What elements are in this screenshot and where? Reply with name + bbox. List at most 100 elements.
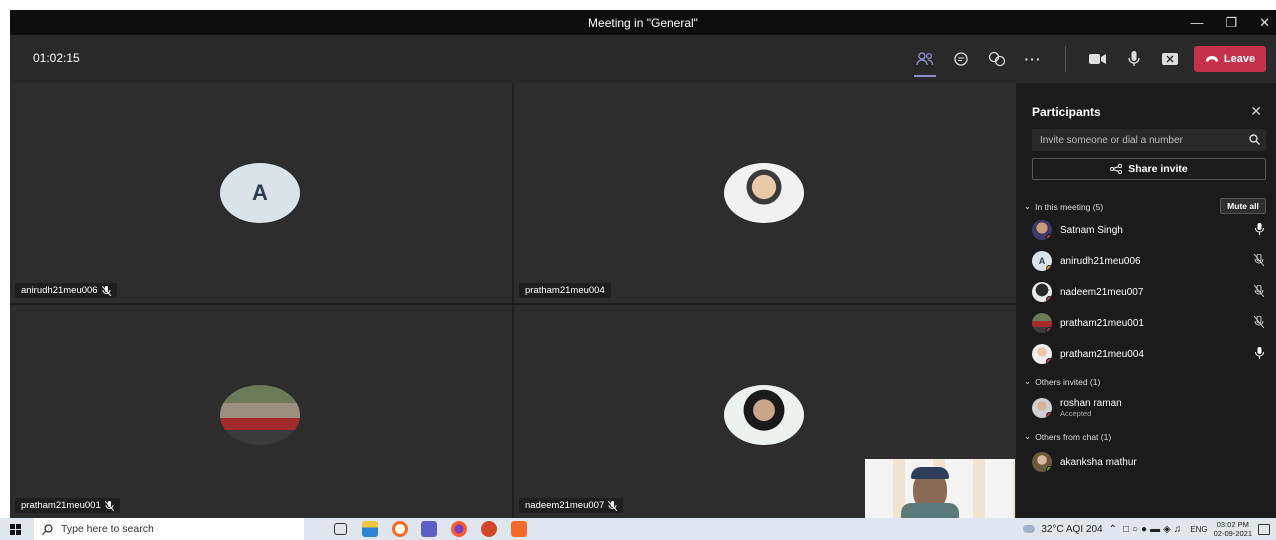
window-controls: — ❐ ✕: [1190, 10, 1270, 35]
window-title: Meeting in "General": [588, 15, 698, 30]
share-screen-icon: [1162, 53, 1178, 65]
office-icon[interactable]: [392, 521, 408, 537]
minimize-icon[interactable]: —: [1190, 15, 1203, 30]
participants-panel: Participants ✕ Invite someone or dial a …: [1016, 83, 1276, 518]
share-invite-label: Share invite: [1128, 163, 1188, 175]
title-bar: Meeting in "General" — ❐ ✕: [10, 10, 1276, 35]
chevron-down-icon: ⌄: [1024, 376, 1032, 386]
app-icon[interactable]: [511, 521, 527, 537]
participant-row[interactable]: pratham21meu004: [1032, 343, 1268, 365]
chevron-down-icon: ⌄: [1024, 201, 1032, 211]
tile-name-label: pratham21meu004: [519, 283, 611, 298]
mic-off-icon: [1254, 316, 1264, 328]
people-icon: [916, 52, 934, 66]
participant-avatar: [1032, 452, 1052, 472]
notifications-icon[interactable]: [1258, 523, 1270, 535]
firefox-icon[interactable]: [451, 521, 467, 537]
self-view-cap: [911, 467, 949, 479]
video-tile[interactable]: A anirudh21meu006: [10, 83, 512, 303]
windows-taskbar: Type here to search 32°C AQI 204 ⌃ □○●▬◈…: [0, 518, 1276, 540]
participant-photo-avatar: [724, 163, 804, 223]
participant-row[interactable]: A anirudh21meu006: [1032, 250, 1268, 272]
status-dot: [1046, 234, 1052, 240]
participant-avatar: [1032, 282, 1052, 302]
tile-name-label: anirudh21meu006: [15, 283, 117, 298]
panel-title: Participants: [1032, 105, 1101, 119]
windows-start-icon[interactable]: [10, 524, 21, 535]
share-invite-button[interactable]: Share invite: [1032, 158, 1266, 180]
section-others-from-chat[interactable]: ⌄ Others from chat (1): [1024, 431, 1111, 442]
taskbar-search[interactable]: Type here to search: [34, 518, 304, 540]
participant-row[interactable]: nadeem21meu007: [1032, 281, 1268, 303]
participant-name: nadeem21meu007: [1060, 286, 1144, 298]
close-icon[interactable]: ✕: [1259, 15, 1270, 31]
tray-icons[interactable]: □○●▬◈♫: [1123, 524, 1184, 535]
invite-input[interactable]: Invite someone or dial a number: [1032, 129, 1266, 151]
video-grid: A anirudh21meu006 pratham21meu004 pratha…: [10, 83, 1016, 518]
participant-name-block: roshan raman Accepted: [1060, 398, 1122, 418]
participant-photo-avatar: [724, 385, 804, 445]
language-indicator[interactable]: ENG: [1190, 525, 1207, 534]
microphone-icon: [1128, 51, 1140, 66]
participant-name: akanksha mathur: [1060, 456, 1137, 468]
section-in-meeting[interactable]: ⌄ In this meeting (5): [1024, 201, 1103, 212]
mic-on-icon: [1255, 223, 1264, 235]
mic-on-icon: [1255, 347, 1264, 359]
mic-off-icon: [1254, 285, 1264, 297]
participant-initial-avatar: A: [220, 163, 300, 223]
search-icon[interactable]: [1249, 134, 1260, 145]
share-icon: [1110, 164, 1123, 174]
meeting-toolbar: 01:02:15 ··· Leave: [10, 35, 1276, 83]
participant-name: anirudh21meu006: [1060, 255, 1141, 267]
more-actions-button[interactable]: ···: [1018, 44, 1048, 74]
chat-button[interactable]: [946, 44, 976, 74]
leave-label: Leave: [1223, 53, 1256, 65]
task-view-icon[interactable]: [334, 523, 347, 535]
participant-initial: A: [1038, 256, 1046, 266]
reactions-button[interactable]: [982, 44, 1012, 74]
participant-row[interactable]: pratham21meu001: [1032, 312, 1268, 334]
video-tile[interactable]: pratham21meu004: [514, 83, 1016, 303]
participant-row[interactable]: roshan raman Accepted: [1032, 395, 1268, 421]
tile-name-label: pratham21meu001: [15, 498, 120, 513]
share-screen-button[interactable]: [1155, 44, 1185, 74]
powerpoint-icon[interactable]: [481, 521, 497, 537]
restore-icon[interactable]: ❐: [1225, 15, 1237, 31]
clock-date: 02-09-2021: [1213, 529, 1252, 538]
participant-name: roshan raman: [1060, 398, 1122, 409]
toolbar-controls: ··· Leave: [907, 35, 1266, 83]
tile-name-label: nadeem21meu007: [519, 498, 624, 513]
tile-name: pratham21meu004: [525, 285, 605, 296]
participants-button[interactable]: [910, 44, 940, 77]
participant-row[interactable]: Satnam Singh: [1032, 219, 1268, 241]
taskbar-clock[interactable]: 03:02 PM 02-09-2021: [1214, 520, 1252, 538]
reactions-icon: [988, 51, 1006, 67]
weather-text[interactable]: 32°C AQI 204: [1041, 524, 1102, 535]
leave-button[interactable]: Leave: [1194, 46, 1266, 72]
camera-button[interactable]: [1083, 44, 1113, 74]
more-icon: ···: [1024, 51, 1042, 67]
participant-avatar: A: [1032, 251, 1052, 271]
participant-row[interactable]: akanksha mathur: [1032, 451, 1268, 473]
mic-off-icon: [104, 500, 114, 511]
section-others-invited[interactable]: ⌄ Others invited (1): [1024, 376, 1100, 387]
microphone-button[interactable]: [1119, 44, 1149, 74]
file-explorer-icon[interactable]: [362, 521, 378, 537]
teams-icon[interactable]: [421, 521, 437, 537]
camera-icon: [1089, 54, 1106, 64]
video-tile[interactable]: pratham21meu001: [10, 305, 512, 518]
meeting-timer: 01:02:15: [33, 51, 80, 65]
status-dot: [1046, 265, 1052, 271]
chevron-up-icon[interactable]: ⌃: [1109, 524, 1117, 535]
search-icon: [42, 523, 53, 535]
panel-close-icon[interactable]: ✕: [1250, 103, 1262, 120]
tile-name: pratham21meu001: [21, 500, 101, 511]
clock-time: 03:02 PM: [1216, 520, 1249, 529]
weather-icon[interactable]: [1023, 525, 1036, 533]
status-dot: [1046, 358, 1052, 364]
teams-meeting-window: Meeting in "General" — ❐ ✕ 01:02:15 ···: [10, 10, 1276, 518]
participant-avatar: [1032, 398, 1052, 418]
self-view-video[interactable]: [865, 459, 1015, 518]
mute-all-button[interactable]: Mute all: [1220, 198, 1266, 214]
tile-name: anirudh21meu006: [21, 285, 98, 296]
